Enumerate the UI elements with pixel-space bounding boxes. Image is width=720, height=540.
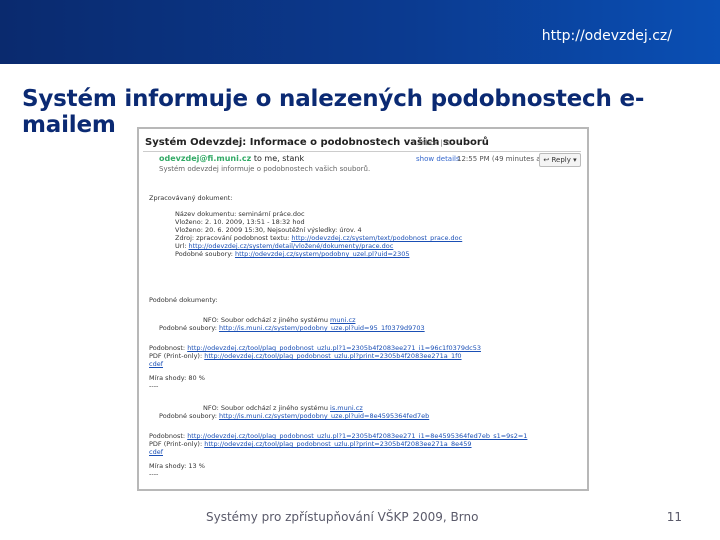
email-line: cdef bbox=[149, 448, 163, 456]
line-link[interactable]: http://odevzdej.cz/tool/plag_podobnost_u… bbox=[187, 432, 527, 440]
line-link[interactable]: http://is.muni.cz/system/podobny_uze.pl?… bbox=[219, 412, 429, 420]
line-text: Vloženo: 2. 10. 2009, 13:51 - 18:32 hod bbox=[175, 218, 305, 226]
divider bbox=[143, 151, 581, 152]
site-url[interactable]: http://odevzdej.cz/ bbox=[542, 28, 672, 44]
sender-address[interactable]: odevzdej@fi.muni.cz bbox=[159, 154, 251, 163]
recipients: to me, stank bbox=[251, 154, 305, 163]
reply-label: Reply bbox=[551, 156, 571, 164]
line-link[interactable]: http://odevzdej.cz/system/detail/vložené… bbox=[189, 242, 394, 250]
line-text: PDF (Print-only): bbox=[149, 352, 205, 360]
email-line: Vloženo: 20. 6. 2009 15:30, Nejsoutěžní … bbox=[175, 226, 362, 234]
line-text: Podobné soubory: bbox=[159, 324, 219, 332]
folder-label[interactable]: Inbox | X bbox=[419, 139, 450, 147]
line-link[interactable]: cdef bbox=[149, 448, 163, 456]
email-sender: odevzdej@fi.muni.cz to me, stank bbox=[159, 154, 304, 163]
email-time: 12:55 PM (49 minutes ago) bbox=[457, 155, 553, 163]
line-text: Míra shody: 13 % bbox=[149, 462, 205, 470]
line-text: Podobnost: bbox=[149, 344, 188, 352]
line-text: Podobnost: bbox=[149, 432, 188, 440]
line-link[interactable]: cdef bbox=[149, 360, 163, 368]
email-line: Míra shody: 80 % bbox=[149, 374, 205, 382]
line-link[interactable]: http://odevzdej.cz/system/podobny_uzel.p… bbox=[235, 250, 410, 258]
line-link[interactable]: http://odevzdej.cz/tool/plag_podobnost_u… bbox=[204, 440, 471, 448]
email-screenshot: Systém Odevzdej: Informace o podobnostec… bbox=[137, 127, 589, 491]
line-text: Podobné dokumenty: bbox=[149, 296, 218, 304]
email-line: NFO: Soubor odchází z jiného systému is.… bbox=[203, 404, 363, 412]
line-text: Zpracovávaný dokument: bbox=[149, 194, 233, 202]
email-snippet: Systém odevzdej informuje o podobnostech… bbox=[159, 165, 371, 173]
line-text: Název dokumentu: seminární práce.doc bbox=[175, 210, 305, 218]
email-line: Míra shody: 13 % bbox=[149, 462, 205, 470]
email-line: Podobné soubory: http://odevzdej.cz/syst… bbox=[175, 250, 409, 258]
email-line: PDF (Print-only): http://odevzdej.cz/too… bbox=[149, 440, 472, 448]
show-details-link[interactable]: show details bbox=[416, 155, 460, 163]
line-link[interactable]: http://odevzdej.cz/system/text/podobnost… bbox=[291, 234, 462, 242]
line-text: PDF (Print-only): bbox=[149, 440, 205, 448]
email-line: Zdroj: zpracování podobnost textu: http:… bbox=[175, 234, 462, 242]
line-text: ---- bbox=[149, 382, 159, 390]
email-line: Podobné soubory: http://is.muni.cz/syste… bbox=[159, 412, 429, 420]
email-line: Podobnost: http://odevzdej.cz/tool/plag_… bbox=[149, 432, 527, 440]
page-number: 11 bbox=[666, 510, 682, 524]
email-line: Podobnost: http://odevzdej.cz/tool/plag_… bbox=[149, 344, 481, 352]
line-text: Url: bbox=[175, 242, 189, 250]
email-line: PDF (Print-only): http://odevzdej.cz/too… bbox=[149, 352, 462, 360]
line-text: Podobné soubory: bbox=[159, 412, 219, 420]
line-text: NFO: Soubor odchází z jiného systému bbox=[203, 404, 331, 412]
chevron-down-icon: ▾ bbox=[570, 156, 577, 164]
email-line: Zpracovávaný dokument: bbox=[149, 194, 232, 202]
email-line: Url: http://odevzdej.cz/system/detail/vl… bbox=[175, 242, 393, 250]
line-text: Podobné soubory: bbox=[175, 250, 235, 258]
email-line: NFO: Soubor odchází z jiného systému mun… bbox=[203, 316, 355, 324]
email-line: ---- bbox=[149, 382, 158, 390]
email-line: Podobné soubory: http://is.muni.cz/syste… bbox=[159, 324, 425, 332]
email-line: cdef bbox=[149, 360, 163, 368]
email-line: Název dokumentu: seminární práce.doc bbox=[175, 210, 305, 218]
footer-text: Systémy pro zpřístupňování VŠKP 2009, Br… bbox=[206, 510, 479, 524]
reply-button[interactable]: ↩ Reply ▾ bbox=[539, 153, 581, 167]
line-text: NFO: Soubor odchází z jiného systému bbox=[203, 316, 331, 324]
line-link[interactable]: http://odevzdej.cz/tool/plag_podobnost_u… bbox=[187, 344, 481, 352]
line-link[interactable]: http://is.muni.cz/system/podobny_uze.pl?… bbox=[219, 324, 425, 332]
line-text: ---- bbox=[149, 470, 159, 478]
line-link[interactable]: http://odevzdej.cz/tool/plag_podobnost_u… bbox=[204, 352, 461, 360]
email-line: Vloženo: 2. 10. 2009, 13:51 - 18:32 hod bbox=[175, 218, 305, 226]
email-line: Podobné dokumenty: bbox=[149, 296, 217, 304]
email-line: ---- bbox=[149, 470, 158, 478]
line-link[interactable]: is.muni.cz bbox=[330, 404, 363, 412]
line-link[interactable]: muni.cz bbox=[330, 316, 355, 324]
line-text: Vloženo: 20. 6. 2009 15:30, Nejsoutěžní … bbox=[175, 226, 362, 234]
line-text: Zdroj: zpracování podobnost textu: bbox=[175, 234, 292, 242]
line-text: Míra shody: 80 % bbox=[149, 374, 205, 382]
top-banner: http://odevzdej.cz/ bbox=[0, 0, 720, 64]
